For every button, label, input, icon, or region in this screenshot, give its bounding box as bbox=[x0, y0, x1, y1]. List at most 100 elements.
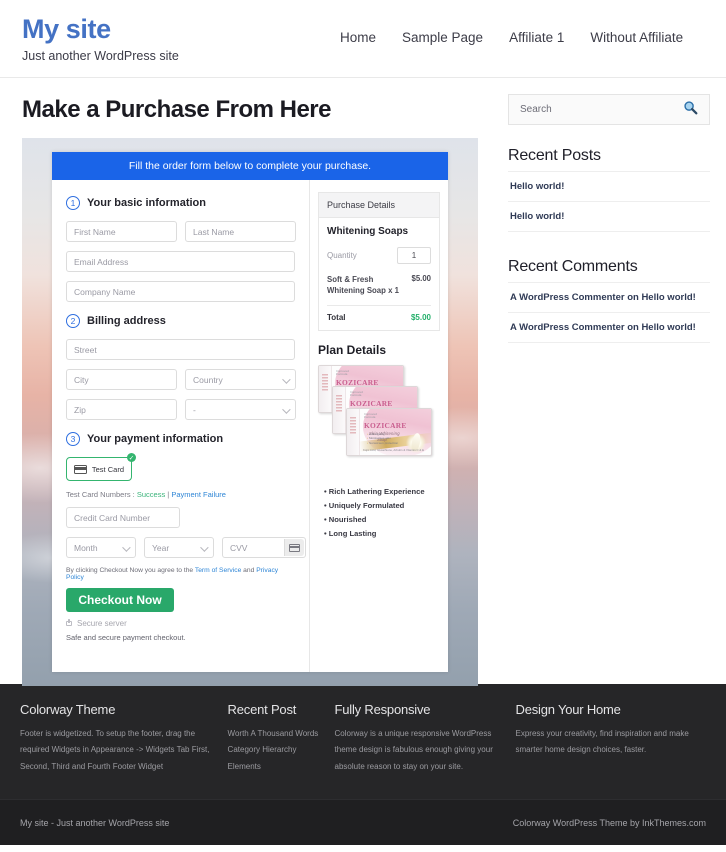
expiry-year-select[interactable]: Year bbox=[144, 537, 214, 558]
card-expiry-cvv-row: Month Year CVV bbox=[66, 537, 306, 558]
street-row: Street bbox=[66, 339, 295, 360]
checkout-now-button[interactable]: Checkout Now bbox=[66, 588, 174, 612]
product-brand: KOZICARE bbox=[364, 420, 407, 430]
footer-link[interactable]: Worth A Thousand Words bbox=[228, 726, 321, 742]
test-card-numbers-note: Test Card Numbers : Success | Payment Fa… bbox=[66, 490, 295, 499]
terms-prefix: By clicking Checkout Now you agree to th… bbox=[66, 567, 195, 574]
last-name-input[interactable]: Last Name bbox=[185, 221, 296, 242]
step-1-number: 1 bbox=[66, 196, 80, 210]
footer-column-3-text: Colorway is a unique responsive WordPres… bbox=[334, 729, 493, 771]
recent-comment-item[interactable]: A WordPress Commenter on Hello world! bbox=[508, 312, 710, 343]
total-value: $5.00 bbox=[410, 312, 431, 322]
street-input[interactable]: Street bbox=[66, 339, 295, 360]
footer-column-2-title: Recent Post bbox=[227, 702, 297, 717]
zip-input[interactable]: Zip bbox=[66, 399, 177, 420]
company-row: Company Name bbox=[66, 281, 295, 302]
state-select[interactable]: - bbox=[185, 399, 296, 420]
line-item-row: Soft & Fresh Whitening Soap x 1 $5.00 bbox=[327, 274, 431, 297]
quantity-input[interactable]: 1 bbox=[397, 247, 431, 264]
chevron-down-icon bbox=[282, 404, 291, 414]
zip-state-row: Zip - bbox=[66, 399, 296, 420]
expiry-month-select[interactable]: Month bbox=[66, 537, 136, 558]
recent-post-item[interactable]: Hello world! bbox=[508, 201, 710, 232]
search-widget[interactable]: Search bbox=[508, 94, 710, 125]
payment-method-chooser: Test Card ✓ bbox=[66, 453, 136, 481]
expiry-year-value: Year bbox=[152, 542, 170, 553]
footer-recent-post-links: Worth A Thousand Words Category Hierarch… bbox=[228, 726, 321, 775]
box-bullet-3: Sunscreen protection bbox=[367, 441, 398, 445]
line-item-name: Soft & Fresh Whitening Soap x 1 bbox=[327, 275, 399, 296]
email-input[interactable]: Email Address bbox=[66, 251, 295, 272]
test-card-failure-link[interactable]: Payment Failure bbox=[171, 490, 226, 499]
form-body: 1 Your basic information First Name Last… bbox=[52, 180, 448, 672]
recent-posts-list: Hello world! Hello world! bbox=[508, 171, 710, 232]
cvv-input[interactable]: CVV bbox=[222, 537, 306, 558]
payment-method-test-card[interactable]: Test Card bbox=[66, 457, 132, 481]
box-top-note: Improved Formula bbox=[364, 411, 377, 420]
recent-comments-title: Recent Comments bbox=[508, 258, 638, 275]
step-3-number: 3 bbox=[66, 432, 80, 446]
recent-comments-list: A WordPress Commenter on Hello world! A … bbox=[508, 282, 710, 343]
company-name-input[interactable]: Company Name bbox=[66, 281, 295, 302]
divider bbox=[327, 304, 431, 306]
country-select[interactable]: Country bbox=[185, 369, 296, 390]
form-banner: Fill the order form below to complete yo… bbox=[52, 152, 448, 180]
checkout-form-background: Fill the order form below to complete yo… bbox=[22, 138, 478, 686]
first-name-input[interactable]: First Name bbox=[66, 221, 177, 242]
box-top-note: Improved Formula bbox=[350, 389, 363, 398]
footer-column-2: Recent Post Worth A Thousand Words Categ… bbox=[228, 702, 335, 799]
country-select-value: Country bbox=[193, 374, 223, 385]
checkout-form-card: Fill the order form below to complete yo… bbox=[52, 152, 448, 672]
product-box-bullets: Anti-Ageing Moisturises skin Sunscreen p… bbox=[367, 432, 398, 446]
recent-posts-title: Recent Posts bbox=[508, 147, 601, 164]
check-circle-icon: ✓ bbox=[127, 453, 136, 462]
nav-item-affiliate-1[interactable]: Affiliate 1 bbox=[509, 30, 564, 45]
product-box-front: Improved Formula KOZICARE Skin Whitening … bbox=[346, 407, 432, 456]
step-2-label: Billing address bbox=[87, 315, 166, 327]
card-number-row: Credit Card Number bbox=[66, 507, 295, 528]
name-row: First Name Last Name bbox=[66, 221, 296, 242]
plan-details-heading: Plan Details bbox=[318, 342, 387, 357]
step-2-heading: 2 Billing address bbox=[66, 314, 295, 328]
recent-post-item[interactable]: Hello world! bbox=[508, 171, 710, 201]
site-title[interactable]: My site bbox=[22, 14, 179, 45]
test-card-success-link[interactable]: Success bbox=[137, 490, 165, 499]
quantity-label: Quantity bbox=[327, 251, 357, 260]
chevron-down-icon bbox=[282, 374, 291, 384]
nav-item-home[interactable]: Home bbox=[340, 30, 376, 45]
product-feature-list: Rich Lathering Experience Uniquely Formu… bbox=[318, 485, 440, 541]
footer-link[interactable]: Category Hierarchy bbox=[228, 742, 321, 758]
line-item-price: $5.00 bbox=[411, 274, 431, 283]
credit-card-number-input[interactable]: Credit Card Number bbox=[66, 507, 180, 528]
footer-column-1-title: Colorway Theme bbox=[20, 702, 116, 717]
lock-icon bbox=[66, 619, 72, 626]
purchase-details-box: Purchase Details Whitening Soaps Quantit… bbox=[318, 192, 440, 331]
test-card-numbers-label: Test Card Numbers : bbox=[66, 490, 137, 499]
feature-item: Rich Lathering Experience bbox=[324, 485, 440, 499]
step-1-heading: 1 Your basic information bbox=[66, 196, 295, 210]
footer-link[interactable]: Elements bbox=[228, 759, 321, 775]
city-input[interactable]: City bbox=[66, 369, 177, 390]
search-icon[interactable] bbox=[683, 100, 698, 120]
nav-item-sample-page[interactable]: Sample Page bbox=[402, 30, 483, 45]
footer-widgets: Colorway Theme Footer is widgetized. To … bbox=[0, 684, 726, 799]
product-image: ImprovedFormula KOZICARE Skin Whitening … bbox=[318, 364, 448, 475]
state-select-value: - bbox=[193, 404, 196, 415]
main-navigation: Home Sample Page Affiliate 1 Without Aff… bbox=[340, 30, 683, 45]
site-tagline: Just another WordPress site bbox=[22, 49, 179, 64]
footer-column-3-title: Fully Responsive bbox=[334, 702, 431, 717]
payment-method-label: Test Card bbox=[91, 464, 124, 474]
product-ingredients: Kojic Acid, Glutathione, Arbutin & Vitam… bbox=[363, 448, 425, 453]
box-top-note: Improved Formula bbox=[336, 368, 349, 377]
footer-theme-credit[interactable]: Colorway WordPress Theme by InkThemes.co… bbox=[513, 818, 706, 828]
chevron-down-icon bbox=[200, 542, 209, 552]
terms-of-service-link[interactable]: Term of Service bbox=[195, 567, 241, 574]
feature-item: Nourished bbox=[324, 513, 440, 527]
recent-comment-item[interactable]: A WordPress Commenter on Hello world! bbox=[508, 282, 710, 312]
step-3-label: Your payment information bbox=[87, 433, 224, 445]
nav-item-without-affiliate[interactable]: Without Affiliate bbox=[590, 30, 683, 45]
email-row: Email Address bbox=[66, 251, 295, 272]
search-input[interactable]: Search bbox=[520, 104, 552, 115]
site-header: My site Just another WordPress site Home… bbox=[0, 0, 726, 78]
